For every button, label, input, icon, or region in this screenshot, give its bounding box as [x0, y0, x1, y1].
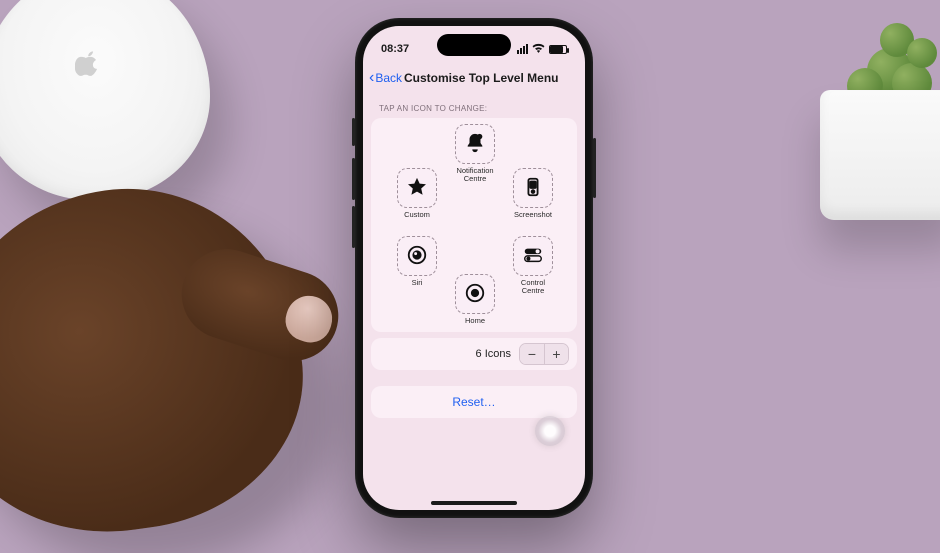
iphone-frame: 08:37 ‹ Back Customise Top Level Menu TA… — [355, 18, 593, 518]
battery-icon — [549, 45, 567, 54]
back-button[interactable]: ‹ Back — [369, 70, 402, 86]
bell-icon — [464, 132, 486, 157]
wifi-icon — [532, 43, 545, 56]
nav-bar: ‹ Back Customise Top Level Menu — [363, 64, 585, 92]
icon-label: Screenshot — [511, 211, 555, 219]
nav-title: Customise Top Level Menu — [404, 71, 558, 85]
icon-slot-notification-centre[interactable]: Notification Centre — [453, 124, 497, 184]
apple-logo-icon — [75, 50, 101, 83]
stepper-plus-button[interactable]: + — [544, 344, 568, 364]
plant-prop — [800, 0, 940, 200]
chevron-left-icon: ‹ — [369, 70, 374, 86]
icon-label: Control Centre — [511, 279, 555, 296]
assistivetouch-button[interactable] — [535, 416, 565, 446]
back-label: Back — [375, 71, 402, 85]
icon-label: Notification Centre — [453, 167, 497, 184]
reset-button[interactable]: Reset… — [371, 386, 577, 418]
cellular-icon — [517, 44, 528, 54]
toggle-icon — [522, 244, 544, 269]
status-time: 08:37 — [381, 43, 409, 55]
iphone-screen: 08:37 ‹ Back Customise Top Level Menu TA… — [363, 26, 585, 510]
icon-label: Home — [453, 317, 497, 325]
icon-grid-card: Notification Centre Screenshot Control C… — [371, 118, 577, 332]
icon-count-row: 6 Icons − + — [371, 338, 577, 370]
siri-icon — [406, 244, 428, 269]
icon-slot-control-centre[interactable]: Control Centre — [511, 236, 555, 296]
home-button-icon — [464, 282, 486, 307]
icon-slot-custom[interactable]: Custom — [395, 168, 439, 219]
section-header: TAP AN ICON TO CHANGE: — [379, 104, 487, 113]
hand-prop — [0, 167, 322, 553]
star-icon — [406, 176, 428, 201]
icon-slot-siri[interactable]: Siri — [395, 236, 439, 287]
icon-slot-screenshot[interactable]: Screenshot — [511, 168, 555, 219]
icon-count-label: 6 Icons — [476, 348, 511, 360]
screenshot-icon — [522, 176, 544, 201]
stepper-minus-button[interactable]: − — [520, 344, 544, 364]
icon-label: Siri — [395, 279, 439, 287]
dynamic-island — [437, 34, 511, 56]
icon-label: Custom — [395, 211, 439, 219]
reset-label: Reset… — [452, 395, 495, 409]
magic-mouse-prop — [0, 0, 210, 200]
icon-slot-home[interactable]: Home — [453, 274, 497, 325]
icon-count-stepper: − + — [519, 343, 569, 365]
home-indicator — [431, 501, 517, 505]
